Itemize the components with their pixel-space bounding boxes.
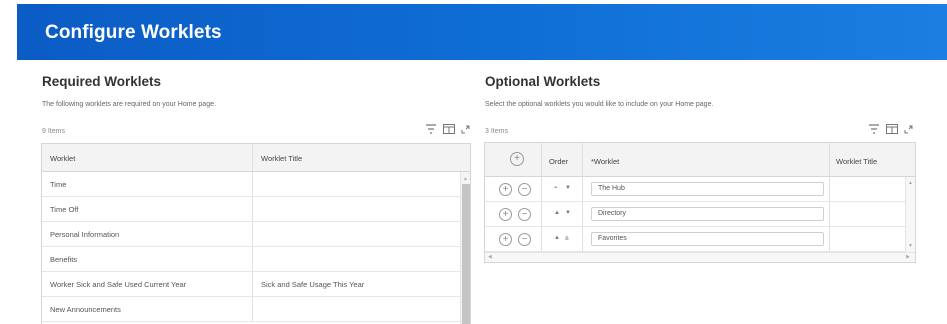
arrow-bottom-icon[interactable]: ⩡ <box>554 185 557 192</box>
table-row: + − ⩡ ▼ The Hub <box>485 177 905 202</box>
arrow-down-icon[interactable]: ▼ <box>565 210 571 216</box>
vertical-scrollbar[interactable]: ▲ ▼ <box>905 177 915 252</box>
worklet-cell: Time Off <box>50 205 79 214</box>
column-header-worklet-title: Worklet Title <box>836 157 878 166</box>
optional-worklets-description: Select the optional worklets you would l… <box>485 101 714 108</box>
expand-icon[interactable] <box>904 125 913 134</box>
optional-worklets-title: Optional Worklets <box>485 74 601 89</box>
column-header-worklet-title[interactable]: Worklet Title <box>261 154 302 163</box>
scroll-right-icon[interactable]: ▶ <box>906 254 910 260</box>
table-row: + − ▲ ⩠ Favorites <box>485 227 905 252</box>
arrow-up-icon[interactable]: ▲ <box>554 235 560 241</box>
worklet-cell: New Announcements <box>50 305 121 314</box>
required-table-toolbar <box>425 124 470 134</box>
scrollbar-thumb[interactable] <box>462 184 470 324</box>
column-header-order: Order <box>549 157 569 166</box>
worklet-cell: Time <box>50 180 67 189</box>
arrow-top-icon[interactable]: ⩠ <box>565 235 569 242</box>
required-worklets-description: The following worklets are required on y… <box>42 101 216 108</box>
table-row[interactable]: Time Off <box>42 197 460 222</box>
table-row: + − ▲ ▼ Directory <box>485 202 905 227</box>
scroll-down-icon[interactable]: ▼ <box>908 243 913 249</box>
worklet-cell: Benefits <box>50 255 78 264</box>
vertical-scrollbar[interactable]: ▲ <box>460 172 470 324</box>
expand-icon[interactable] <box>461 125 470 134</box>
page-title: Configure Worklets <box>45 22 222 43</box>
optional-items-count: 3 Items <box>485 128 508 135</box>
minus-circle-icon[interactable]: − <box>518 183 531 196</box>
arrow-down-icon[interactable]: ▼ <box>565 185 571 191</box>
horizontal-scrollbar[interactable]: ◀ ▶ <box>485 252 915 262</box>
table-row[interactable]: New Announcements <box>42 297 460 322</box>
optional-table-toolbar <box>868 124 913 134</box>
arrow-up-icon[interactable]: ▲ <box>554 210 560 216</box>
column-header-worklet[interactable]: Worklet <box>50 154 75 163</box>
required-worklets-table: Worklet Worklet Title Time Time Off Pers… <box>41 143 471 324</box>
table-row[interactable]: Time <box>42 172 460 197</box>
table-row[interactable]: Personal Information <box>42 222 460 247</box>
scroll-up-icon[interactable]: ▲ <box>463 176 468 182</box>
column-header-worklet: *Worklet <box>591 157 620 166</box>
required-worklets-title: Required Worklets <box>42 74 162 89</box>
worklet-input[interactable]: Directory <box>591 207 824 221</box>
minus-circle-icon[interactable]: − <box>518 233 531 246</box>
worklet-cell: Worker Sick and Safe Used Current Year <box>50 280 187 289</box>
worklet-input[interactable]: The Hub <box>591 182 824 196</box>
table-row[interactable]: Benefits <box>42 247 460 272</box>
scroll-left-icon[interactable]: ◀ <box>488 254 492 260</box>
table-header: Worklet Worklet Title <box>42 144 470 172</box>
table-row[interactable]: Worker Sick and Safe Used Current Year S… <box>42 272 460 297</box>
worklet-cell: Personal Information <box>50 230 120 239</box>
minus-circle-icon[interactable]: − <box>518 208 531 221</box>
column-chooser-icon[interactable] <box>886 124 898 134</box>
optional-worklets-table: + Order *Worklet Worklet Title + − ⩡ ▼ T… <box>484 142 916 263</box>
plus-circle-icon[interactable]: + <box>499 208 512 221</box>
scroll-up-icon[interactable]: ▲ <box>908 180 913 186</box>
add-row-button[interactable]: + <box>510 152 524 166</box>
column-chooser-icon[interactable] <box>443 124 455 134</box>
worklet-title-cell: Sick and Safe Usage This Year <box>261 280 365 289</box>
required-items-count: 9 Items <box>42 128 65 135</box>
plus-circle-icon[interactable]: + <box>499 233 512 246</box>
page-header: Configure Worklets <box>17 4 947 60</box>
filter-icon[interactable] <box>425 124 437 134</box>
filter-icon[interactable] <box>868 124 880 134</box>
worklet-input[interactable]: Favorites <box>591 232 824 246</box>
table-header: + Order *Worklet Worklet Title <box>485 143 915 177</box>
plus-circle-icon[interactable]: + <box>499 183 512 196</box>
